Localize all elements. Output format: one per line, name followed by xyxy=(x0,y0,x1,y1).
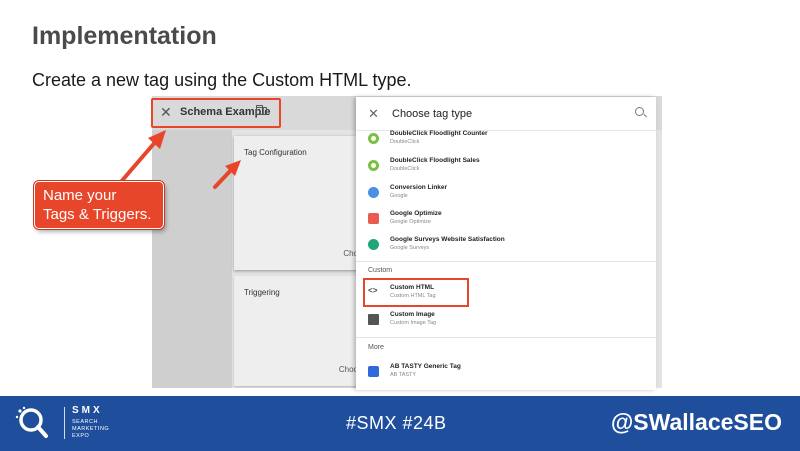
footer-bar: SMX SEARCH MARKETING EXPO #SMX #24B @SWa… xyxy=(0,396,800,451)
callout-line-1: Name your xyxy=(43,187,117,204)
callout-box: Name your Tags & Triggers. xyxy=(33,180,165,230)
logo-subtitle: SEARCH MARKETING EXPO xyxy=(72,419,110,439)
logo-smx: SMX xyxy=(72,405,103,416)
twitter-handle: @SWallaceSEO xyxy=(610,409,782,435)
arrow-to-tag-name xyxy=(118,130,166,185)
magnifier-logo-icon xyxy=(15,406,48,438)
callout-line-2: Tags & Triggers. xyxy=(43,206,152,223)
logo-separator xyxy=(64,407,65,439)
arrow-to-tag-configuration xyxy=(213,160,241,189)
event-hashtag: #SMX #24B xyxy=(346,413,447,433)
